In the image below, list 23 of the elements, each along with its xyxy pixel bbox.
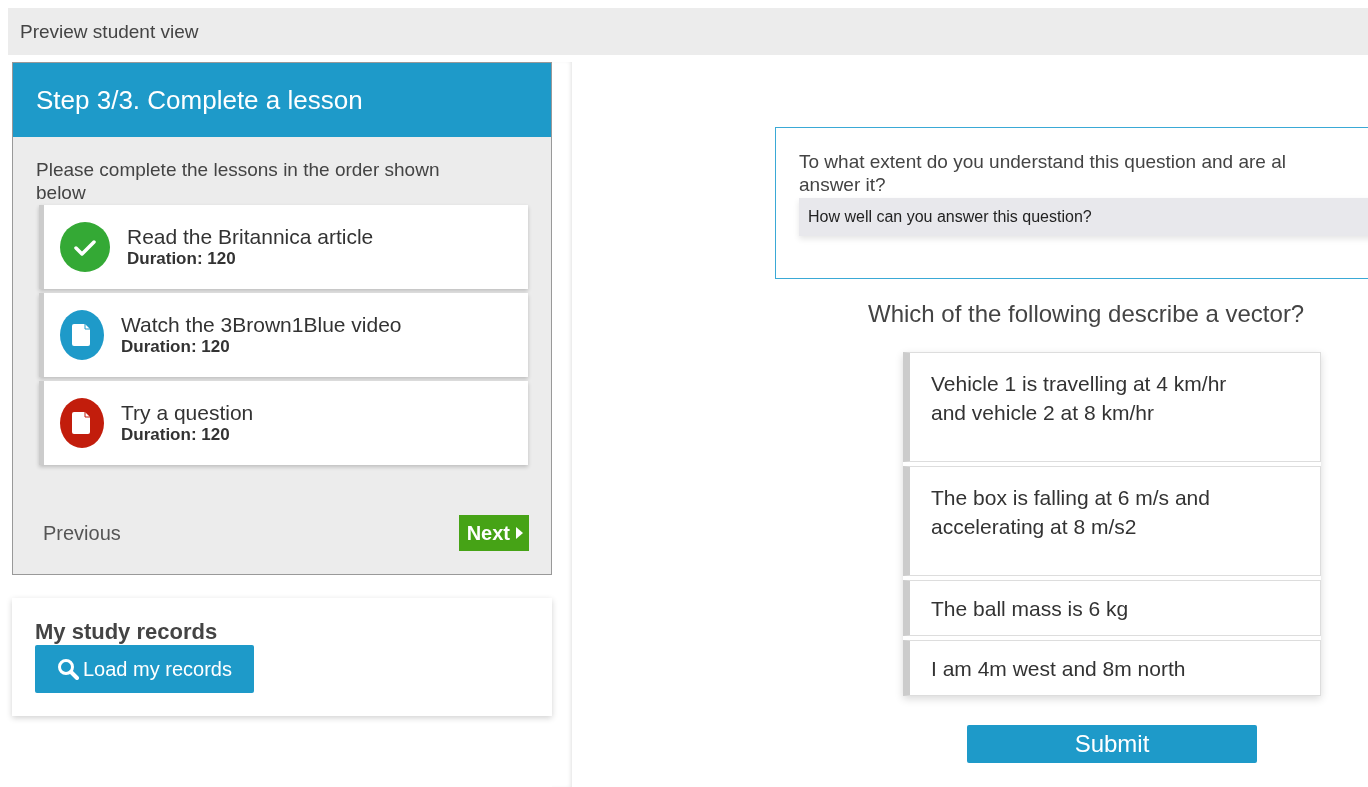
previous-link[interactable]: Previous — [43, 521, 121, 545]
lesson-duration: Duration: 120 — [127, 249, 237, 269]
lesson-title: Watch the 3Brown1Blue video — [121, 313, 402, 337]
answer-option[interactable]: The box is falling at 6 m/s and accelerating at 8 m/s2 — [903, 466, 1321, 576]
answer-option[interactable]: The ball mass is 6 kg — [903, 580, 1321, 636]
answer-option[interactable]: Vehicle 1 is travelling at 4 km/hr and vehicle 2 at 8 km/hr — [903, 352, 1321, 462]
lesson-card[interactable]: Watch the 3Brown1Blue video Duration: 120 — [39, 293, 528, 377]
lesson-card[interactable]: Try a question Duration: 120 — [39, 381, 528, 465]
step-title: Step 3/3. Complete a lesson — [36, 84, 363, 116]
lesson-duration: Duration: 120 — [121, 337, 231, 357]
caret-icon — [516, 527, 523, 539]
lesson-title: Read the Britannica article — [127, 225, 374, 249]
lesson-card[interactable]: Read the Britannica article Duration: 120 — [39, 205, 528, 289]
question-text: Which of the following describe a vector? — [868, 300, 1305, 328]
confidence-question: To what extent do you understand this question and are al answer it? — [799, 150, 1287, 196]
records-title: My study records — [35, 619, 219, 645]
page-title: Preview student view — [20, 20, 199, 43]
lesson-title: Try a question — [121, 401, 254, 425]
lesson-duration: Duration: 120 — [121, 425, 231, 445]
confidence-field[interactable]: How well can you answer this question? — [799, 198, 1368, 236]
search-icon — [57, 658, 79, 680]
instructions: Please complete the lessons in the order shown below — [36, 158, 441, 204]
answer-option[interactable]: I am 4m west and 8m north — [903, 640, 1321, 696]
